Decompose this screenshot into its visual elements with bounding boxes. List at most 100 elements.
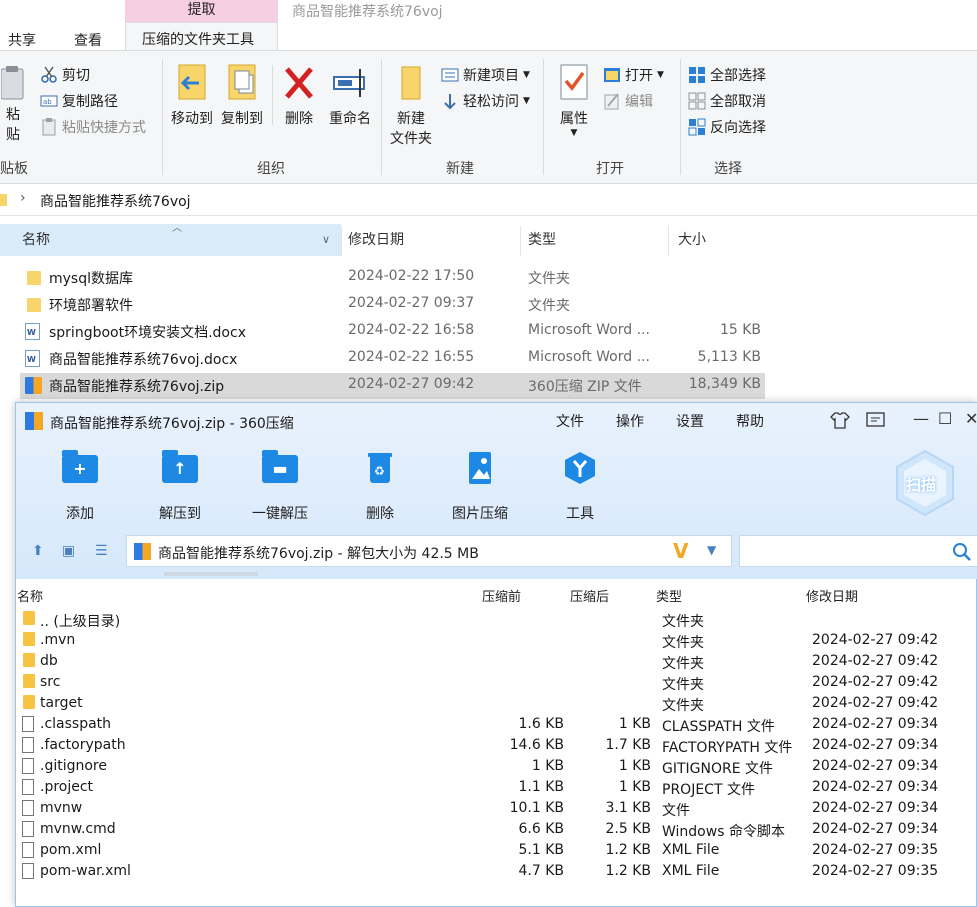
zip-search-input[interactable] <box>739 535 977 567</box>
zip-list-item[interactable]: .classpath 1.6 KB 1 KB CLASSPATH 文件 2024-02-… <box>16 715 977 736</box>
easy-access-button[interactable]: 轻松访问 ▼ <box>441 91 530 111</box>
cut-button[interactable]: 剪切 <box>40 65 90 85</box>
rename-button[interactable]: 重命名 <box>324 63 376 129</box>
scan-label: 扫描 <box>906 476 937 494</box>
file-date: 2024-02-22 16:55 <box>348 349 475 365</box>
delete-button[interactable]: 删除 <box>280 63 318 129</box>
paste-shortcut-icon <box>42 118 56 136</box>
tab-share[interactable]: 共享 <box>8 30 36 50</box>
zip-list-item[interactable]: .mvn 文件夹 2024-02-27 09:42 <box>16 631 977 652</box>
zip-item-size-after: 1 KB <box>618 779 651 795</box>
zip-item-date: 2024-02-27 09:42 <box>812 695 939 711</box>
zip-item-date: 2024-02-27 09:34 <box>812 737 939 753</box>
zip-list-item[interactable]: mvnw 10.1 KB 3.1 KB 文件 2024-02-27 09:34 <box>16 799 977 820</box>
toolbox-hexagon-icon <box>560 451 600 485</box>
search-icon[interactable] <box>952 542 972 562</box>
image-compress-tool-button[interactable]: 图片压缩 <box>437 451 523 523</box>
paste-label: 粘贴 <box>6 107 20 143</box>
column-divider[interactable] <box>668 226 669 256</box>
file-icon <box>22 800 34 816</box>
close-icon[interactable]: ✕ <box>965 409 977 428</box>
copy-path-button[interactable]: ab 复制路径 <box>40 91 118 111</box>
zip-list-item[interactable]: pom.xml 5.1 KB 1.2 KB XML File 2024-02-27 09… <box>16 841 977 862</box>
invert-selection-button[interactable]: 反向选择 <box>688 117 766 137</box>
chevron-down-icon[interactable]: ∨ <box>322 224 330 256</box>
file-row-selected[interactable]: 商品智能推荐系统76voj.zip 2024-02-27 09:42 360压缩… <box>20 373 765 399</box>
new-item-button[interactable]: 新建项目 ▼ <box>441 65 530 85</box>
open-button[interactable]: 打开 ▼ <box>603 65 664 85</box>
delete-tool-button[interactable]: ♻ 删除 <box>337 451 423 523</box>
up-arrow-icon[interactable]: ⬆ <box>32 543 44 559</box>
zip-list-item[interactable]: pom-war.xml 4.7 KB 1.2 KB XML File 2024-02-2… <box>16 862 977 883</box>
properties-button[interactable]: 属性 ▼ <box>550 63 598 138</box>
zip-column-header-name[interactable]: 名称 <box>17 586 43 605</box>
zip-list-item[interactable]: .. (上级目录) 文件夹 <box>16 610 977 631</box>
zip-list-item[interactable]: .project 1.1 KB 1 KB PROJECT 文件 2024-02-27 0… <box>16 778 977 799</box>
file-date: 2024-02-22 17:50 <box>348 268 475 284</box>
chevron-right-icon[interactable]: › <box>20 190 26 206</box>
select-none-button[interactable]: 全部取消 <box>688 91 766 111</box>
zip-list-item[interactable]: db 文件夹 2024-02-27 09:42 <box>16 652 977 673</box>
new-folder-icon <box>401 66 421 100</box>
tab-view[interactable]: 查看 <box>74 30 102 50</box>
scan-badge-button[interactable]: 扫描 <box>894 449 956 517</box>
select-all-button[interactable]: 全部选择 <box>688 65 766 85</box>
open-icon <box>604 68 620 82</box>
add-tool-button[interactable]: + 添加 <box>37 450 123 523</box>
extract-to-tool-button[interactable]: ↑ 解压到 <box>137 450 223 523</box>
tab-compressed-folder-tools[interactable]: 压缩的文件夹工具 <box>125 22 278 51</box>
zip-item-date: 2024-02-27 09:34 <box>812 779 939 795</box>
menu-help[interactable]: 帮助 <box>736 411 764 431</box>
move-to-button[interactable]: 移动到 <box>167 63 217 129</box>
one-click-extract-tool-button[interactable]: ▬ 一键解压 <box>237 450 323 523</box>
copy-to-label: 复制到 <box>221 111 263 127</box>
copy-to-button[interactable]: 复制到 <box>217 63 267 129</box>
zip-list-item[interactable]: target 文件夹 2024-02-27 09:42 <box>16 694 977 715</box>
menu-operate[interactable]: 操作 <box>616 411 644 431</box>
extract-context-tab[interactable]: 提取 <box>125 0 278 22</box>
zip-archive-icon <box>25 377 43 394</box>
file-icon <box>22 863 34 879</box>
view-thumbnail-icon[interactable]: ▣ <box>62 543 75 559</box>
tools-tool-button[interactable]: 工具 <box>537 451 623 523</box>
maximize-icon[interactable]: ☐ <box>938 409 952 428</box>
file-row[interactable]: springboot环境安装文档.docx 2024-02-22 16:58 M… <box>20 319 765 345</box>
zip-item-size-before: 6.6 KB <box>518 821 565 837</box>
menu-settings[interactable]: 设置 <box>676 411 704 431</box>
file-type: 文件夹 <box>528 298 570 314</box>
file-row[interactable]: mysql数据库 2024-02-22 17:50 文件夹 <box>20 265 765 291</box>
zip-column-header-type[interactable]: 类型 <box>656 586 682 605</box>
column-header-name[interactable]: 名称 ︿ ∨ <box>0 223 341 256</box>
zip-path-text: 商品智能推荐系统76voj.zip - 解包大小为 42.5 MB <box>158 546 479 562</box>
chevron-down-icon[interactable]: ▼ <box>707 543 716 557</box>
column-header-date[interactable]: 修改日期 <box>342 224 520 256</box>
skin-shirt-icon[interactable] <box>830 411 850 429</box>
word-doc-icon <box>25 350 43 367</box>
new-folder-button[interactable]: 新建 文件夹 <box>386 63 436 149</box>
zip-column-header-after[interactable]: 压缩后 <box>570 586 609 605</box>
address-bar[interactable]: › 商品智能推荐系统76voj <box>0 186 977 216</box>
menu-file[interactable]: 文件 <box>556 411 584 431</box>
paste-button[interactable]: 粘贴 <box>0 65 26 145</box>
v-logo-icon[interactable]: V <box>673 539 688 563</box>
explorer-window-title: 商品智能推荐系统76voj <box>292 4 443 20</box>
file-row[interactable]: 环境部署软件 2024-02-27 09:37 文件夹 <box>20 292 765 318</box>
zip-column-header-date[interactable]: 修改日期 <box>806 586 858 605</box>
file-row[interactable]: 商品智能推荐系统76voj.docx 2024-02-22 16:55 Micr… <box>20 346 765 372</box>
view-list-icon[interactable]: ☰ <box>95 543 108 559</box>
paste-shortcut-button[interactable]: 粘贴快捷方式 <box>40 117 146 137</box>
zip-list-item[interactable]: mvnw.cmd 6.6 KB 2.5 KB Windows 命令脚本 2024-02-… <box>16 820 977 841</box>
zip-path-bar[interactable]: 商品智能推荐系统76voj.zip - 解包大小为 42.5 MB V ▼ <box>126 535 732 567</box>
zip-item-size-after: 1.2 KB <box>605 863 652 879</box>
minimize-icon[interactable]: — <box>913 409 929 428</box>
edit-button[interactable]: 编辑 <box>603 91 653 111</box>
column-header-type[interactable]: 类型 <box>522 224 668 256</box>
feedback-icon[interactable] <box>866 411 886 429</box>
column-header-size[interactable]: 大小 <box>672 224 766 256</box>
zip-list-item[interactable]: src 文件夹 2024-02-27 09:42 <box>16 673 977 694</box>
organize-group-label: 组织 <box>257 161 285 177</box>
zip-list-item[interactable]: .factorypath 14.6 KB 1.7 KB FACTORYPATH 文件 2… <box>16 736 977 757</box>
zip-list-item[interactable]: .gitignore 1 KB 1 KB GITIGNORE 文件 2024-02-27… <box>16 757 977 778</box>
zip-column-header-before[interactable]: 压缩前 <box>482 586 521 605</box>
column-divider[interactable] <box>520 226 521 256</box>
